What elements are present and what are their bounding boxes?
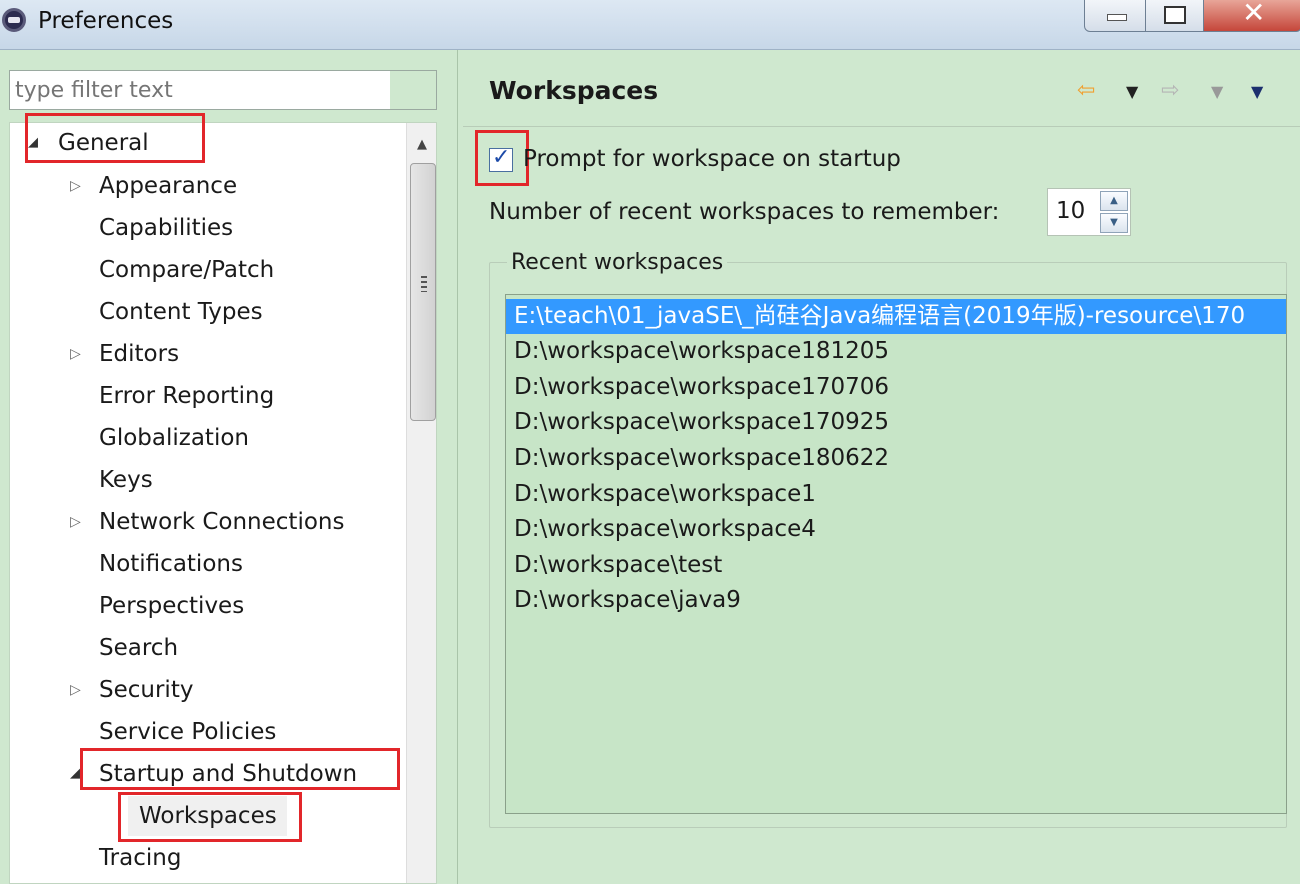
collapsed-triangle-icon[interactable]: ▷	[70, 334, 81, 374]
collapsed-triangle-icon[interactable]: ▷	[70, 670, 81, 710]
list-item[interactable]: D:\workspace\java9	[506, 583, 1286, 618]
recent-workspaces-list[interactable]: E:\teach\01_javaSE\_尚硅谷Java编程语言(2019年版)-…	[505, 294, 1287, 814]
list-item[interactable]: D:\workspace\workspace1	[506, 477, 1286, 512]
tree-item-perspectives[interactable]: Perspectives	[99, 586, 244, 626]
tree-item-content-types[interactable]: Content Types	[99, 292, 263, 332]
scrollbar-thumb[interactable]	[410, 163, 436, 421]
workspaces-page: Workspaces ⇦ ▼ ⇨ ▼ ▼ ✓ Prompt for worksp…	[459, 50, 1300, 884]
tree-item-keys[interactable]: Keys	[99, 460, 153, 500]
window-title: Preferences	[38, 8, 174, 34]
tree-item-network-connections[interactable]: Network Connections	[99, 502, 344, 542]
close-button[interactable]: ✕	[1204, 0, 1300, 32]
collapsed-triangle-icon[interactable]: ▷	[70, 502, 81, 542]
annotation-box-general	[25, 113, 205, 163]
minimize-button[interactable]	[1084, 0, 1146, 32]
tree-item-notifications[interactable]: Notifications	[99, 544, 243, 584]
list-item[interactable]: D:\workspace\workspace4	[506, 512, 1286, 547]
back-arrow-icon[interactable]: ⇦	[1077, 78, 1095, 103]
annotation-box-startup	[80, 748, 400, 790]
filter-input[interactable]	[10, 71, 390, 109]
list-item[interactable]: D:\workspace\workspace170706	[506, 370, 1286, 405]
spinner-down-arrow-icon[interactable]: ▼	[1100, 213, 1128, 233]
title-bar: Preferences ✕	[0, 0, 1300, 50]
forward-arrow-icon[interactable]: ⇨	[1161, 78, 1179, 103]
collapsed-triangle-icon[interactable]: ▷	[70, 166, 81, 206]
annotation-box-workspaces	[118, 792, 302, 842]
recent-count-spinner[interactable]: 10 ▲ ▼	[1047, 188, 1131, 236]
tree-item-appearance[interactable]: Appearance	[99, 166, 237, 206]
tree-scrollbar[interactable]: ▲	[406, 123, 436, 883]
expanded-triangle-icon[interactable]: ◢	[70, 754, 80, 794]
scrollbar-grip-icon	[421, 276, 427, 292]
tree-item-service-policies[interactable]: Service Policies	[99, 712, 276, 752]
recent-workspaces-label: Recent workspaces	[507, 250, 728, 275]
tree-item-editors[interactable]: Editors	[99, 334, 179, 374]
tree-item-search[interactable]: Search	[99, 628, 178, 668]
tree-item-tracing[interactable]: Tracing	[99, 838, 181, 878]
tree-item-capabilities[interactable]: Capabilities	[99, 208, 233, 248]
prompt-workspace-label[interactable]: Prompt for workspace on startup	[523, 146, 901, 172]
spinner-up-arrow-icon[interactable]: ▲	[1100, 191, 1128, 211]
view-menu-chevron-down-icon[interactable]: ▼	[1251, 82, 1263, 101]
annotation-box-checkbox	[475, 130, 529, 186]
recent-count-value[interactable]: 10	[1056, 198, 1085, 224]
eclipse-app-icon	[2, 8, 26, 32]
tree-item-security[interactable]: Security	[99, 670, 193, 710]
tree-item-globalization[interactable]: Globalization	[99, 418, 249, 458]
list-item[interactable]: D:\workspace\workspace181205	[506, 334, 1286, 369]
filter-box	[9, 70, 437, 110]
recent-count-label: Number of recent workspaces to remember:	[489, 199, 1000, 225]
back-menu-chevron-down-icon[interactable]: ▼	[1126, 82, 1138, 101]
list-item[interactable]: D:\workspace\workspace170925	[506, 405, 1286, 440]
scroll-up-arrow-icon[interactable]: ▲	[417, 137, 427, 152]
page-title: Workspaces	[489, 76, 659, 105]
filter-clear-area	[390, 71, 436, 109]
window-controls: ✕	[1084, 0, 1300, 32]
tree-item-compare-patch[interactable]: Compare/Patch	[99, 250, 274, 290]
list-item[interactable]: E:\teach\01_javaSE\_尚硅谷Java编程语言(2019年版)-…	[506, 299, 1286, 334]
list-item[interactable]: D:\workspace\test	[506, 548, 1286, 583]
tree-item-error-reporting[interactable]: Error Reporting	[99, 376, 274, 416]
forward-menu-chevron-down-icon[interactable]: ▼	[1211, 82, 1223, 101]
close-icon: ✕	[1242, 0, 1266, 29]
preferences-tree-panel: ◢ General ▷ Appearance Capabilities Comp…	[0, 50, 458, 884]
maximize-button[interactable]	[1146, 0, 1204, 32]
header-divider	[463, 126, 1300, 127]
list-item[interactable]: D:\workspace\workspace180622	[506, 441, 1286, 476]
